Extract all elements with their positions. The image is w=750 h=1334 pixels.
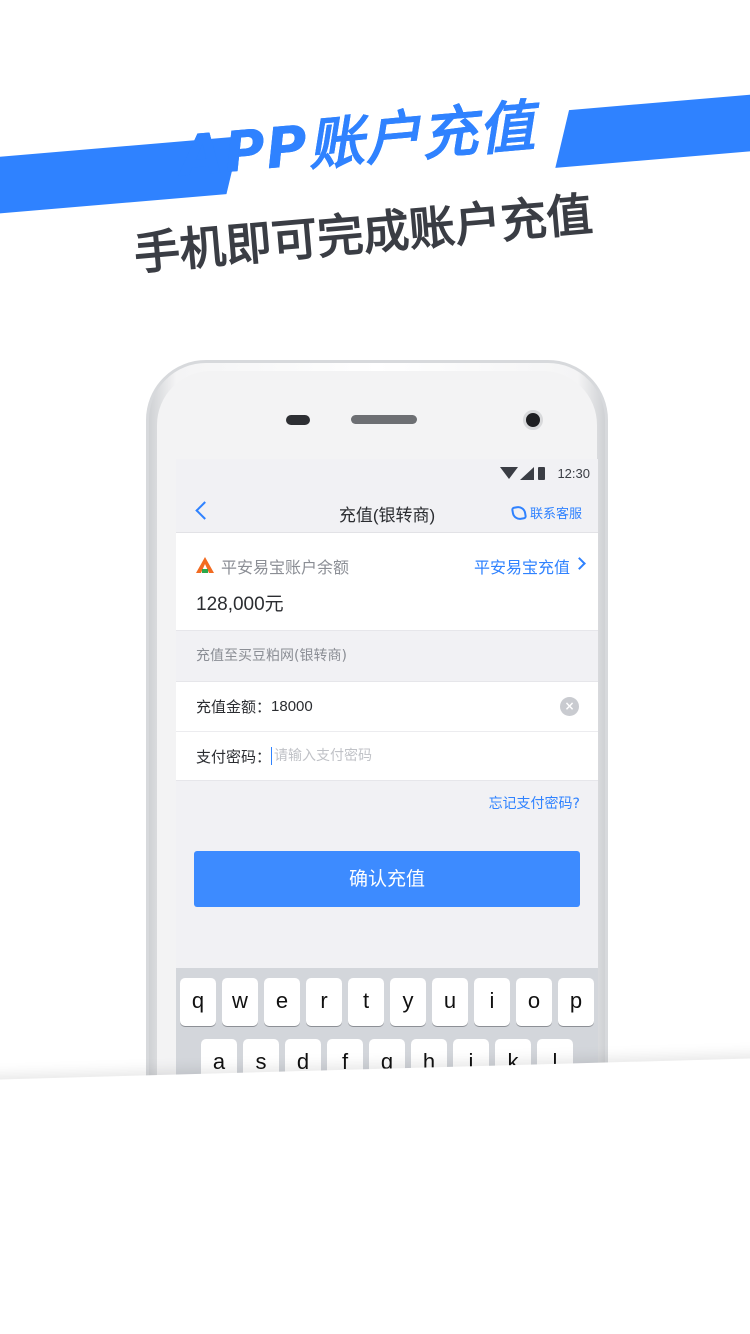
- key-q[interactable]: q: [180, 978, 216, 1026]
- key-e[interactable]: e: [264, 978, 300, 1026]
- pingan-logo-icon: [196, 557, 214, 573]
- balance-label: 平安易宝账户余额: [221, 558, 350, 577]
- proximity-sensor: [286, 415, 310, 425]
- account-balance-card: 平安易宝账户余额 平安易宝充值 128,000元: [176, 533, 598, 631]
- recharge-form: 充值金额： 18000 × 支付密码：: [176, 681, 598, 781]
- phone-screen: 12:30 充值(银转商) 联系客服 平安易宝账户余额 平安易宝充值 128,0…: [176, 459, 598, 1117]
- status-time: 12:30: [557, 466, 590, 481]
- earpiece-speaker: [351, 415, 417, 424]
- battery-icon: [538, 467, 545, 480]
- key-y[interactable]: y: [390, 978, 426, 1026]
- key-w[interactable]: w: [222, 978, 258, 1026]
- status-icons: [500, 467, 546, 481]
- key-i[interactable]: i: [474, 978, 510, 1026]
- confirm-recharge-button[interactable]: 确认充值: [194, 851, 580, 907]
- key-r[interactable]: r: [306, 978, 342, 1026]
- phone-bezel: 12:30 充值(银转商) 联系客服 平安易宝账户余额 平安易宝充值 128,0…: [157, 371, 598, 1117]
- chevron-right-icon[interactable]: [573, 557, 586, 570]
- amount-row: 充值金额： 18000 ×: [176, 682, 598, 731]
- balance-value: 128,000元: [196, 594, 284, 615]
- forgot-password-link[interactable]: 忘记支付密码?: [489, 796, 580, 812]
- clear-icon[interactable]: ×: [560, 697, 579, 716]
- password-row: 支付密码：: [176, 731, 598, 780]
- key-t[interactable]: t: [348, 978, 384, 1026]
- banner-stripe-right: [555, 90, 750, 168]
- phone-mockup: 12:30 充值(银转商) 联系客服 平安易宝账户余额 平安易宝充值 128,0…: [146, 360, 608, 1120]
- nav-bar: 充值(银转商) 联系客服: [176, 489, 598, 533]
- forgot-password-link-wrap: 忘记支付密码?: [176, 781, 598, 851]
- keyboard-row-1: qwertyuiop: [176, 978, 598, 1026]
- pingan-recharge-link[interactable]: 平安易宝充值: [474, 554, 570, 578]
- contact-support-button[interactable]: 联系客服: [510, 503, 582, 522]
- section-title: 充值至买豆粕网(银转商): [176, 631, 598, 681]
- floor-surface: [0, 1057, 750, 1334]
- key-p[interactable]: p: [558, 978, 594, 1026]
- password-label: 支付密码：: [196, 747, 272, 766]
- contact-support-label: 联系客服: [529, 507, 582, 522]
- phone-icon: [510, 504, 528, 521]
- wifi-icon: [500, 467, 518, 479]
- signal-icon: [520, 467, 534, 480]
- key-u[interactable]: u: [432, 978, 468, 1026]
- status-bar: 12:30: [176, 459, 598, 489]
- amount-label: 充值金额：: [196, 698, 272, 716]
- amount-input[interactable]: 18000: [271, 698, 313, 715]
- password-input[interactable]: [271, 747, 472, 765]
- key-o[interactable]: o: [516, 978, 552, 1026]
- front-camera-icon: [523, 410, 543, 430]
